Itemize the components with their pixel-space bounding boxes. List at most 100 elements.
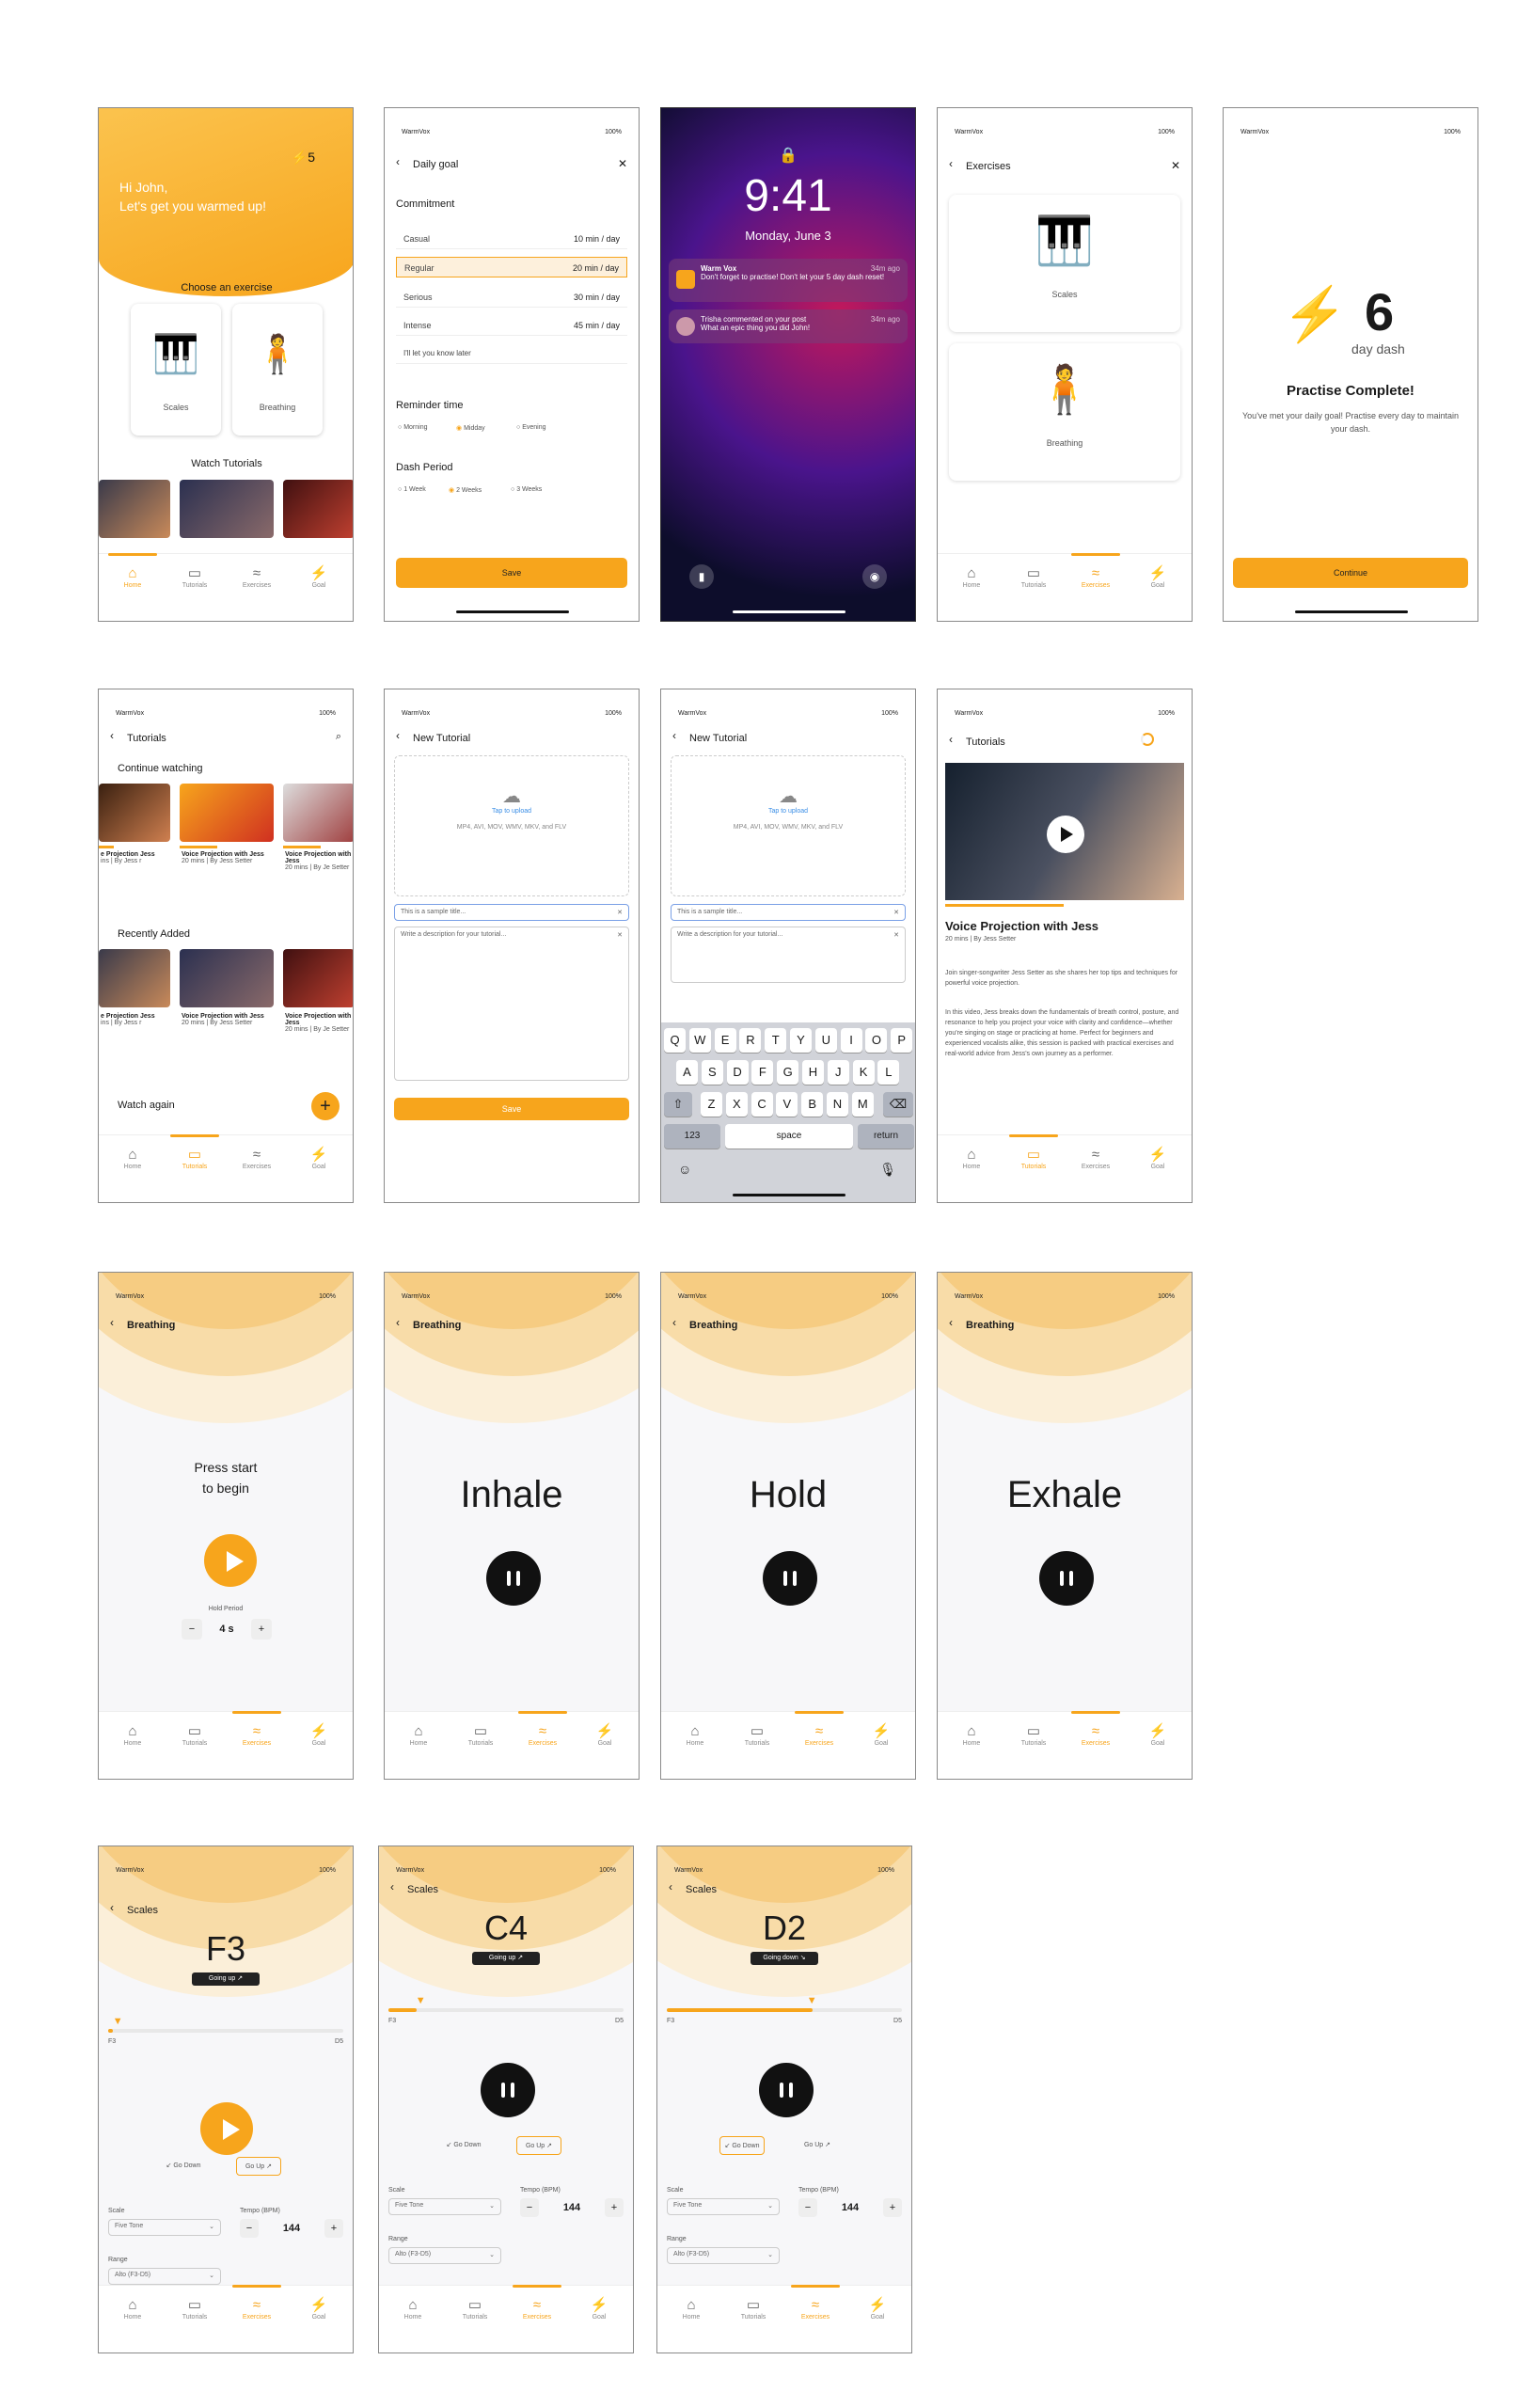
minus-button[interactable]: − — [182, 1619, 202, 1640]
save-button[interactable]: Save — [394, 1098, 629, 1120]
tutorial-thumb[interactable] — [180, 784, 274, 842]
nav-exercises[interactable]: ≈ Exercises — [1067, 1711, 1124, 1747]
key[interactable]: G — [777, 1060, 799, 1085]
scale-select[interactable]: Five Tone ⌄ — [108, 2219, 221, 2236]
key[interactable]: B — [801, 1092, 824, 1117]
key[interactable]: Q — [664, 1028, 686, 1053]
shift-key[interactable]: ⇧ — [664, 1092, 692, 1117]
tutorial-thumb[interactable] — [180, 949, 274, 1007]
nav-goal[interactable]: ⚡ Goal — [1130, 1723, 1186, 1747]
pause-button[interactable] — [759, 2063, 814, 2117]
save-button[interactable]: Save — [396, 558, 627, 588]
key[interactable]: A — [676, 1060, 698, 1085]
go-up-button[interactable]: Go Up ↗ — [516, 2136, 561, 2155]
goal-option[interactable]: Casual 10 min / day — [396, 229, 627, 249]
tutorial-thumb[interactable] — [99, 784, 170, 842]
key[interactable]: E — [714, 1028, 736, 1053]
back-icon[interactable]: ‹ — [672, 729, 676, 742]
nav-goal[interactable]: ⚡ Goal — [1130, 1147, 1186, 1170]
back-icon[interactable]: ‹ — [396, 155, 400, 168]
goal-option[interactable]: Intense 45 min / day — [396, 315, 627, 336]
goal-option-later[interactable]: I'll let you know later — [396, 343, 627, 364]
back-icon[interactable]: ‹ — [110, 729, 114, 742]
tutorial-thumb[interactable] — [99, 480, 170, 538]
key[interactable]: X — [725, 1092, 748, 1117]
time-option[interactable]: ○ Morning — [398, 424, 427, 431]
delete-key[interactable]: ⌫ — [883, 1092, 913, 1117]
key[interactable]: L — [877, 1060, 900, 1085]
card-text[interactable]: Voice Projection with Jess 20 mins | By J… — [285, 1013, 353, 1033]
card-text[interactable]: Voice Projection with Jess 20 mins | By J… — [285, 851, 353, 871]
nav-tutorials[interactable]: ▭ Tutorials — [166, 565, 223, 589]
mic-icon[interactable]: 🎙 — [879, 1162, 896, 1178]
range-select[interactable]: Alto (F3-D5) ⌄ — [108, 2268, 221, 2285]
nav-tutorials[interactable]: ▭ Tutorials — [452, 1723, 509, 1747]
go-down-button[interactable]: ↙ Go Down — [719, 2136, 765, 2155]
nav-goal[interactable]: ⚡ Goal — [577, 1723, 633, 1747]
key[interactable]: M — [851, 1092, 874, 1117]
nav-exercises[interactable]: ≈ Exercises — [514, 1711, 571, 1747]
nav-tutorials[interactable]: ▭ Tutorials — [1005, 1723, 1062, 1747]
nav-home[interactable]: ⌂ Home — [104, 1723, 161, 1747]
goal-option[interactable]: Serious 30 min / day — [396, 287, 627, 308]
back-icon[interactable]: ‹ — [396, 1316, 400, 1329]
key[interactable]: V — [776, 1092, 798, 1117]
emoji-icon[interactable]: ☺ — [678, 1162, 691, 1177]
tutorial-thumb[interactable] — [99, 949, 170, 1007]
key[interactable]: N — [827, 1092, 848, 1117]
nav-tutorials[interactable]: ▭ Tutorials — [725, 2297, 782, 2321]
back-icon[interactable]: ‹ — [390, 1880, 394, 1893]
nav-home[interactable]: ⌂ Home — [943, 1147, 1000, 1170]
nav-exercises[interactable]: ≈ Exercises — [787, 2285, 844, 2321]
nav-goal[interactable]: ⚡ Goal — [291, 1147, 347, 1170]
close-icon[interactable]: ✕ — [1171, 159, 1180, 172]
play-button[interactable] — [1047, 816, 1084, 853]
plus-button[interactable]: + — [251, 1619, 272, 1640]
card-text[interactable]: Voice Projection with Jess 20 mins | By J… — [182, 851, 272, 864]
go-down-button[interactable]: ↙ Go Down — [441, 2136, 486, 2155]
nav-home[interactable]: ⌂ Home — [663, 2297, 719, 2321]
back-icon[interactable]: ‹ — [669, 1880, 672, 1893]
close-icon[interactable]: ✕ — [618, 157, 627, 170]
key[interactable]: H — [802, 1060, 824, 1085]
notification[interactable]: Trisha commented on your post What an epi… — [669, 309, 908, 343]
nav-goal[interactable]: ⚡ Goal — [291, 1723, 347, 1747]
time-option[interactable]: ○ Evening — [516, 424, 545, 431]
nav-goal[interactable]: ⚡ Goal — [853, 1723, 909, 1747]
range-select[interactable]: Alto (F3-D5) ⌄ — [667, 2247, 780, 2264]
nav-exercises[interactable]: ≈ Exercises — [509, 2285, 565, 2321]
nav-home[interactable]: ⌂ Home — [667, 1723, 723, 1747]
key[interactable]: U — [814, 1028, 837, 1053]
nav-goal[interactable]: ⚡ Goal — [849, 2297, 906, 2321]
camera-icon[interactable]: ◉ — [862, 564, 887, 589]
description-input[interactable]: Write a description for your tutorial...… — [394, 927, 629, 1081]
tempo-stepper[interactable]: − 144 + — [520, 2198, 624, 2217]
scales-card[interactable]: 🎹 Scales — [949, 195, 1180, 332]
tempo-stepper[interactable]: − 144 + — [798, 2198, 902, 2217]
nav-home[interactable]: ⌂ Home — [104, 2297, 161, 2321]
upload-area[interactable]: ☁ Tap to upload MP4, AVI, MOV, WMV, MKV,… — [671, 755, 906, 896]
play-button[interactable] — [200, 2102, 253, 2155]
back-icon[interactable]: ‹ — [949, 1316, 953, 1329]
nav-goal[interactable]: ⚡ Goal — [1130, 565, 1186, 589]
nav-tutorials[interactable]: ▭ Tutorials — [166, 2297, 223, 2321]
breathing-card[interactable]: 🧍 Breathing — [232, 304, 323, 436]
nav-tutorials[interactable]: ▭ Tutorials — [1005, 565, 1062, 589]
go-up-button[interactable]: Go Up ↗ — [236, 2157, 281, 2176]
nav-goal[interactable]: ⚡ Goal — [291, 2297, 347, 2321]
return-key[interactable]: return — [858, 1124, 914, 1149]
back-icon[interactable]: ‹ — [949, 157, 953, 170]
nav-tutorials[interactable]: ▭ Tutorials — [166, 1134, 223, 1170]
upload-area[interactable]: ☁ Tap to upload MP4, AVI, MOV, WMV, MKV,… — [394, 755, 629, 896]
nav-exercises[interactable]: ≈ Exercises — [1067, 553, 1124, 589]
plus-button[interactable]: + — [324, 2219, 343, 2238]
key[interactable]: S — [701, 1060, 723, 1085]
streak-badge[interactable]: ⚡5 — [292, 150, 315, 166]
key[interactable]: C — [751, 1092, 773, 1117]
hold-stepper[interactable]: − 4 s + — [182, 1619, 272, 1640]
nav-exercises[interactable]: ≈ Exercises — [229, 1147, 285, 1170]
back-icon[interactable]: ‹ — [396, 729, 400, 742]
plus-button[interactable]: + — [883, 2198, 902, 2217]
scales-card[interactable]: 🎹 Scales — [131, 304, 221, 436]
pause-button[interactable] — [763, 1551, 817, 1606]
